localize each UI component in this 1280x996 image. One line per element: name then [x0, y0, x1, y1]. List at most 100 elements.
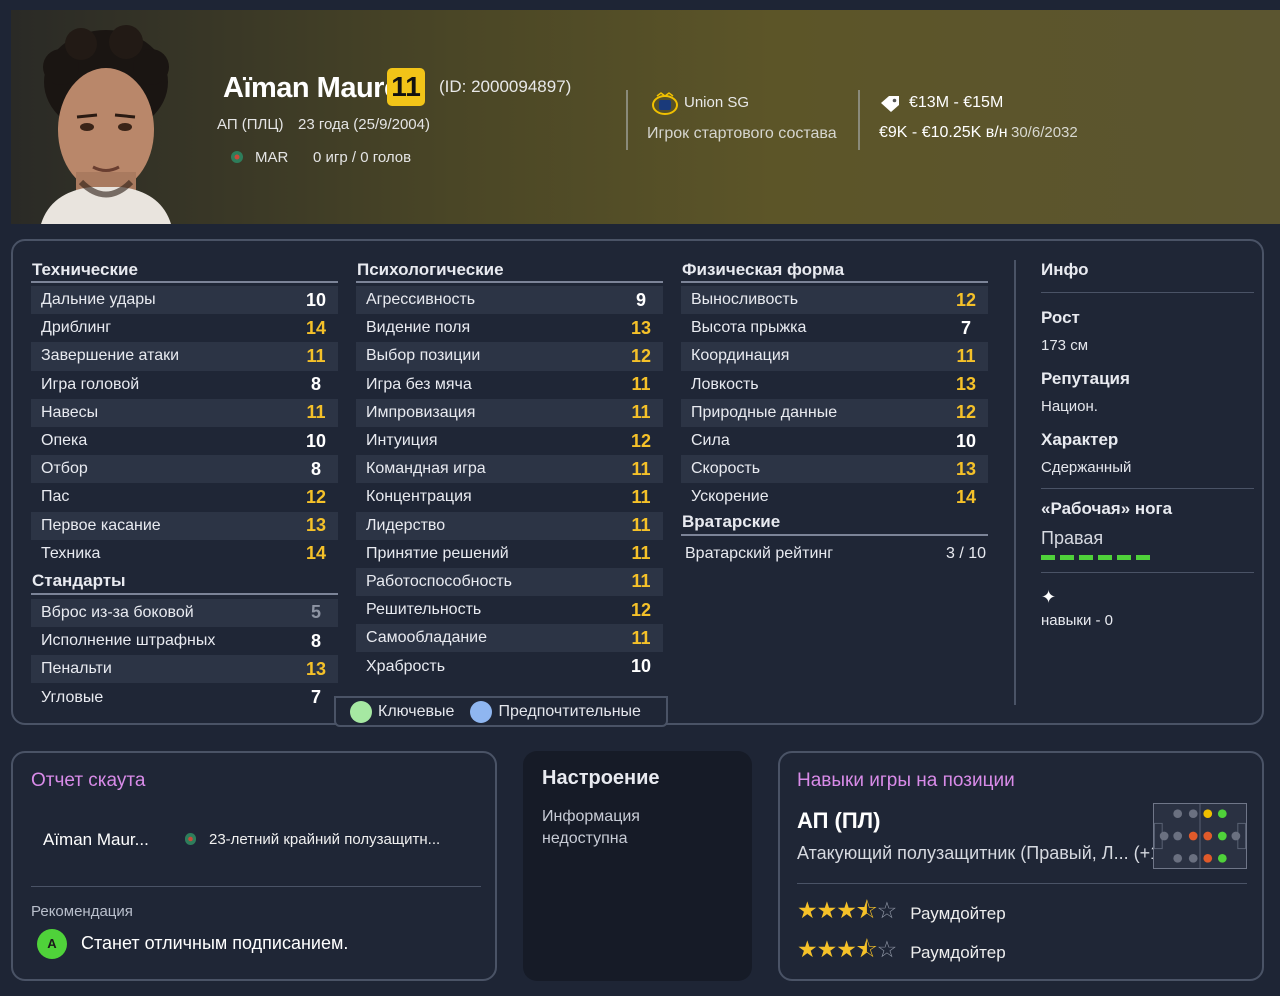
scout-title[interactable]: Отчет скаута	[31, 770, 145, 792]
position-roles-panel[interactable]: Навыки игры на позиции АП (ПЛ) Атакующий…	[778, 751, 1264, 981]
attribute-row[interactable]: Координация 11	[681, 342, 988, 371]
attribute-label: Пас	[41, 488, 70, 506]
attribute-row[interactable]: Сила 10	[681, 427, 988, 455]
set-pieces-list: Вброс из-за боковой 5 Исполнение штрафных 8…	[31, 598, 338, 712]
attribute-row[interactable]: Командная игра 11	[356, 455, 663, 484]
attribute-label: Пенальти	[41, 660, 112, 678]
divider	[1041, 572, 1254, 573]
attribute-row[interactable]: Отбор 8	[31, 455, 338, 484]
attribute-value: 11	[631, 571, 651, 592]
transfer-value: €13M - €15M	[909, 94, 1004, 111]
attribute-row[interactable]: Принятие решений 11	[356, 540, 663, 568]
traits-count[interactable]: навыки - 0	[1041, 612, 1254, 629]
attribute-row[interactable]: Игра головой 8	[31, 371, 338, 399]
legend-preferred: Предпочтительные	[498, 702, 641, 720]
attribute-row[interactable]: Пас 12	[31, 483, 338, 511]
attribute-row[interactable]: Первое касание 13	[31, 511, 338, 540]
attribute-label: Дриблинг	[41, 319, 112, 337]
player-nation[interactable]: MAR	[255, 149, 288, 166]
attribute-row[interactable]: Высота прыжка 7	[681, 314, 988, 342]
roles-title[interactable]: Навыки игры на позиции	[797, 770, 1015, 792]
divider	[626, 90, 628, 150]
role-row[interactable]: ★★★⯪☆ Раумдойтер	[797, 894, 1006, 933]
attribute-value: 11	[956, 345, 976, 366]
attribute-row[interactable]: Храбрость 10	[356, 652, 663, 680]
attribute-label: Решительность	[366, 601, 482, 619]
attribute-row[interactable]: Самообладание 11	[356, 624, 663, 653]
price-tag-icon	[881, 96, 899, 112]
attribute-value: 10	[630, 656, 652, 677]
attribute-row[interactable]: Выносливость 12	[681, 286, 988, 315]
attribute-row[interactable]: Интуиция 12	[356, 427, 663, 455]
ability-badge: 11	[387, 68, 425, 106]
squad-status: Игрок стартового состава	[647, 125, 837, 142]
role-code: АП (ПЛ)	[797, 808, 881, 833]
attribute-row[interactable]: Агрессивность 9	[356, 286, 663, 315]
attribute-value: 11	[306, 402, 326, 423]
club-name[interactable]: Union SG	[684, 94, 749, 111]
attribute-label: Опека	[41, 432, 88, 450]
attribute-row[interactable]: Ускорение 14	[681, 483, 988, 511]
attribute-value: 11	[631, 402, 651, 423]
technical-column: Технические Дальние удары 10 Дриблинг 14 Зав…	[31, 260, 338, 712]
attribute-value: 7	[960, 317, 971, 338]
attribute-row[interactable]: Скорость 13	[681, 455, 988, 484]
attribute-label: Отбор	[41, 460, 88, 478]
attribute-row[interactable]: Природные данные 12	[681, 398, 988, 427]
attribute-value: 10	[305, 430, 327, 451]
attribute-value: 11	[631, 374, 651, 395]
attribute-label: Координация	[691, 347, 790, 365]
foot-strength-bar	[1041, 555, 1254, 560]
physical-column: Физическая форма Выносливость 12 Высота пр…	[681, 260, 988, 568]
attribute-row[interactable]: Лидерство 11	[356, 511, 663, 540]
attribute-row[interactable]: Дриблинг 14	[31, 314, 338, 342]
attribute-row[interactable]: Решительность 12	[356, 596, 663, 624]
attribute-label: Игра головой	[41, 375, 140, 393]
info-column: Инфо Рост 173 см Репутация Национ. Харак…	[1014, 260, 1254, 705]
attribute-value: 13	[955, 374, 977, 395]
attribute-row[interactable]: Концентрация 11	[356, 483, 663, 511]
attribute-row[interactable]: Навесы 11	[31, 398, 338, 427]
attribute-label: Игра без мяча	[366, 375, 472, 393]
technical-title: Технические	[31, 260, 338, 283]
attribute-row[interactable]: Завершение атаки 11	[31, 342, 338, 371]
player-id: (ID: 2000094897)	[439, 77, 572, 96]
attribute-row[interactable]: Угловые 7	[31, 683, 338, 711]
attribute-row[interactable]: Игра без мяча 11	[356, 371, 663, 399]
mental-list: Агрессивность 9 Видение поля 13 Выбор позици…	[356, 286, 663, 681]
attribute-label: Принятие решений	[366, 544, 509, 562]
attribute-value: 12	[955, 289, 977, 310]
scout-report-panel[interactable]: Отчет скаута Aïman Maur... 23-летний кра…	[11, 751, 497, 981]
attribute-label: Техника	[41, 544, 101, 562]
nation-flag-icon	[185, 833, 196, 845]
attribute-row[interactable]: Выбор позиции 12	[356, 342, 663, 371]
club-logo-icon[interactable]	[651, 90, 679, 116]
attribute-row[interactable]: Техника 14	[31, 540, 338, 568]
height-value: 173 см	[1041, 337, 1089, 354]
attribute-value: 10	[955, 430, 977, 451]
attribute-value: 12	[630, 430, 652, 451]
role-stars: ★★★⯪☆	[797, 936, 897, 962]
role-row[interactable]: ★★★⯪☆ Раумдойтер	[797, 933, 1006, 972]
attribute-row[interactable]: Ловкость 13	[681, 371, 988, 399]
player-position: АП (ПЛЦ)	[217, 116, 284, 133]
role-stars: ★★★⯪☆	[797, 897, 897, 923]
player-portrait	[41, 25, 171, 224]
attribute-row[interactable]: Импровизация 11	[356, 398, 663, 427]
attribute-value: 11	[631, 486, 651, 507]
attribute-row[interactable]: Работоспособность 11	[356, 567, 663, 597]
attribute-row[interactable]: Пенальти 13	[31, 655, 338, 684]
position-pitch-icon	[1153, 803, 1247, 869]
mood-text: Информация недоступна	[542, 808, 640, 847]
attribute-label: Выносливость	[691, 291, 799, 309]
attribute-row[interactable]: Исполнение штрафных 8	[31, 627, 338, 655]
attribute-row[interactable]: Видение поля 13	[356, 314, 663, 342]
attribute-row[interactable]: Дальние удары 10	[31, 286, 338, 315]
attribute-value: 13	[305, 658, 327, 679]
attribute-label: Видение поля	[366, 319, 471, 337]
attribute-row[interactable]: Вброс из-за боковой 5	[31, 598, 338, 628]
divider	[797, 883, 1247, 884]
attribute-row[interactable]: Опека 10	[31, 427, 338, 455]
goalkeeping-rating-label: Вратарский рейтинг	[685, 544, 834, 562]
attribute-value: 12	[630, 599, 652, 620]
